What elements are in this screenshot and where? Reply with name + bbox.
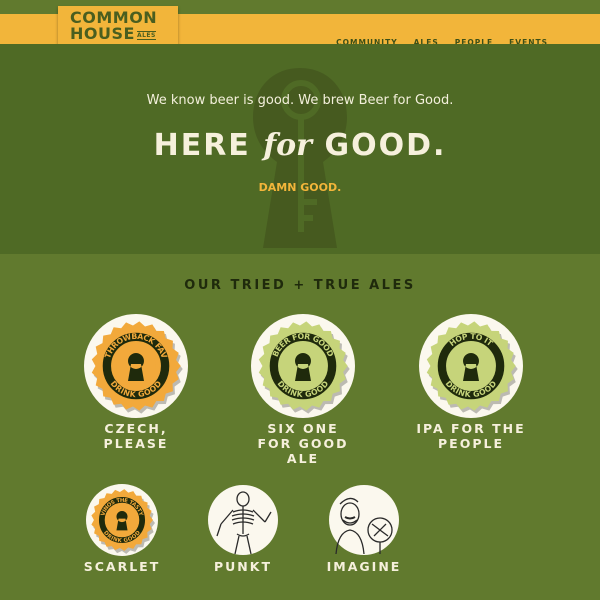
site-logo[interactable]: COMMON HOUSE ALES [58, 6, 178, 48]
hero-subheadline: DAMN GOOD. [258, 181, 342, 194]
logo-ales: ALES [136, 31, 156, 40]
headline-here: HERE [153, 128, 251, 163]
portrait-illustration [329, 485, 399, 555]
ale-name: IPA FOR THE PEOPLE [416, 421, 526, 451]
ale-item[interactable]: HOP TO IT DRINK GOOD IPA FOR THE PEOPLE [401, 310, 541, 451]
ales-section-title: OUR TRIED + TRUE ALES [184, 278, 416, 293]
ale-name: CZECH, PLEASE [103, 421, 169, 451]
ale-item[interactable]: BEER FOR GOOD DRINK GOOD SIX ONE FOR GOOD … [233, 310, 373, 466]
bottle-cap-icon: BEER FOR GOODDRINK GOOD [251, 314, 355, 418]
ale-item[interactable]: IMAGINE [294, 484, 434, 574]
ale-item[interactable]: VINOS THE TASTY DRINK GOOD SCARLET [52, 480, 192, 574]
bottle-cap-icon: THROWBACK FAVDRINK GOOD [84, 314, 188, 418]
headline-good: GOOD. [324, 128, 447, 163]
ale-name: SIX ONE FOR GOOD ALE [257, 421, 349, 466]
hero-headline: HERE for GOOD. [0, 128, 600, 163]
ale-name: IMAGINE [326, 559, 402, 574]
headline-for: for [263, 128, 312, 163]
hero-tagline: We know beer is good. We brew Beer for G… [146, 93, 454, 108]
ale-item[interactable]: PUNKT [173, 484, 313, 574]
logo-line-2-row: HOUSE ALES [70, 26, 178, 42]
ale-name: SCARLET [83, 559, 161, 574]
skeleton-illustration [208, 485, 278, 555]
ale-item[interactable]: THROWBACK FAV DRINK GOOD CZECH, PLEASE [66, 310, 206, 451]
bottle-cap-icon: HOP TO ITDRINK GOOD [419, 314, 523, 418]
bottle-cap-icon: VINOS THE TASTYDRINK GOOD [86, 484, 158, 556]
ale-name: PUNKT [214, 559, 272, 574]
logo-line-2: HOUSE [70, 24, 135, 43]
hero-section: We know beer is good. We brew Beer for G… [0, 44, 600, 254]
